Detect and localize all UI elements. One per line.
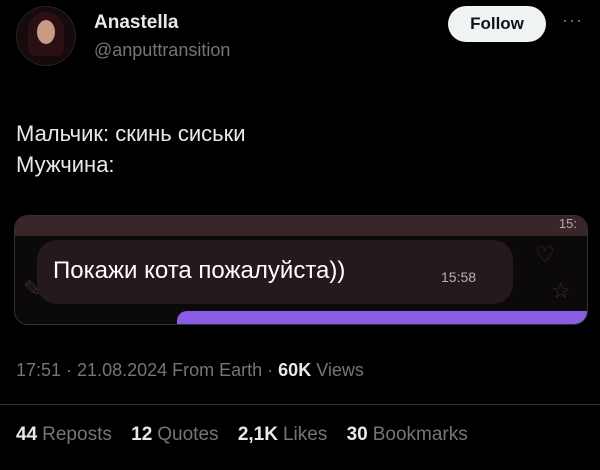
tweet-line-1: Мальчик: скинь сиськи [16, 121, 246, 146]
previous-message-strip [15, 216, 587, 236]
author-avatar[interactable] [16, 6, 76, 66]
likes-label: Likes [282, 424, 328, 445]
quotes-stat[interactable]: 12 Quotes [131, 424, 218, 445]
views-label: Views [311, 360, 364, 380]
likes-stat[interactable]: 2,1K Likes [238, 424, 328, 445]
tweet-media-image[interactable]: 15: ✎ ♡ ☆ Покажи кота пожалуйста)) 15:58 [14, 215, 588, 325]
tweet-line-2: Мужчина: [16, 152, 115, 177]
bookmarks-label: Bookmarks [372, 424, 468, 445]
heart-doodle-icon: ♡ [535, 242, 555, 267]
chat-message: Покажи кота пожалуйста)) [53, 257, 346, 284]
follow-button[interactable]: Follow [448, 6, 546, 42]
more-options-icon[interactable]: ··· [562, 10, 583, 31]
bookmarks-count: 30 [346, 424, 368, 445]
author-name[interactable]: Anastella [94, 12, 178, 34]
engagement-stats: 44 Reposts 12 Quotes 2,1K Likes 30 Bookmarks [16, 424, 482, 446]
tweet-date[interactable]: 21.08.2024 [77, 360, 167, 380]
reposts-label: Reposts [42, 424, 112, 445]
outgoing-bubble-edge [177, 311, 587, 324]
tweet-source: From Earth [167, 360, 263, 380]
likes-count: 2,1K [237, 424, 278, 445]
author-handle[interactable]: @anputtransition [94, 40, 230, 61]
views-count: 60K [278, 360, 312, 380]
bookmarks-stat[interactable]: 30 Bookmarks [347, 424, 468, 445]
previous-message-time: 15: [558, 216, 577, 231]
reposts-count: 44 [16, 424, 38, 445]
divider [0, 404, 600, 405]
meta-separator: · [262, 360, 279, 380]
meta-separator: · [61, 360, 78, 380]
tweet-text: Мальчик: скинь сиськи Мужчина: [16, 118, 246, 180]
avatar-face [37, 20, 55, 44]
tweet-time[interactable]: 17:51 [16, 360, 61, 380]
quotes-count: 12 [131, 424, 153, 445]
tweet-meta: 17:51 · 21.08.2024 From Earth · 60K View… [16, 360, 364, 381]
star-doodle-icon: ☆ [551, 278, 571, 303]
quotes-label: Quotes [157, 424, 219, 445]
chat-bubble: Покажи кота пожалуйста)) 15:58 [37, 240, 513, 304]
chat-message-time: 15:58 [441, 269, 477, 285]
reposts-stat[interactable]: 44 Reposts [16, 424, 112, 445]
